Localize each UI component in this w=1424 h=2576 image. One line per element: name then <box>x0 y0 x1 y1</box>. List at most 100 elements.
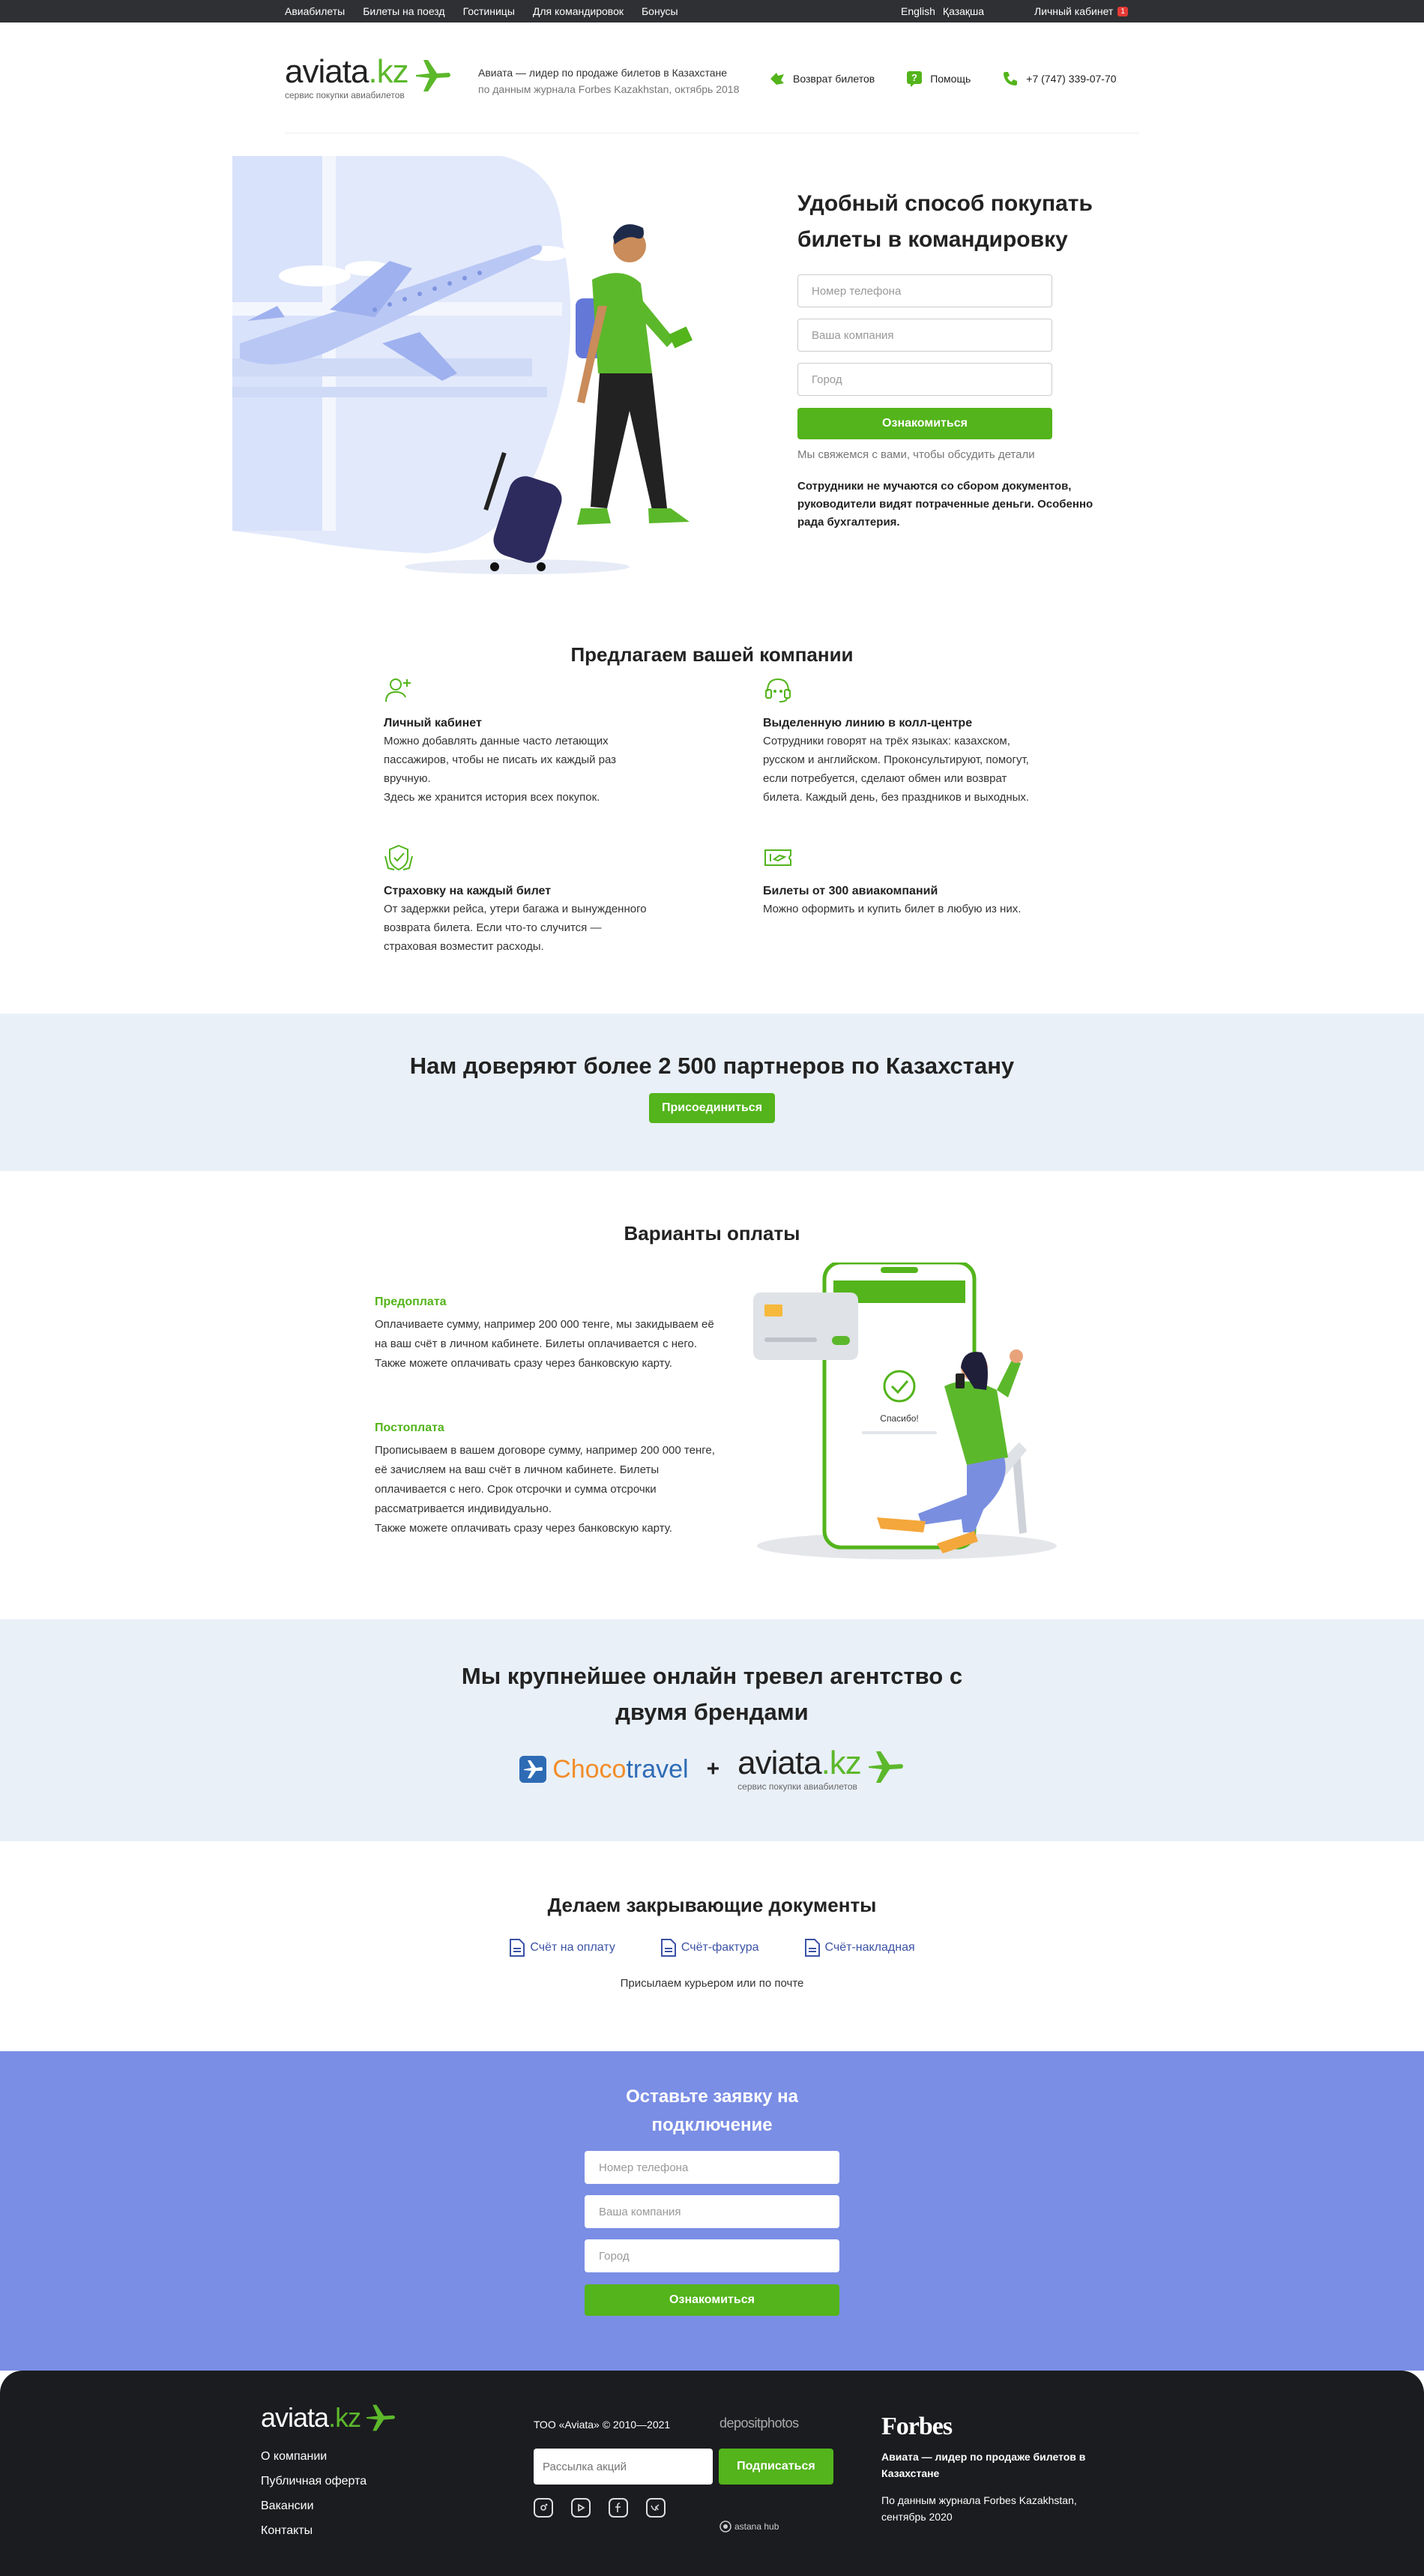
lang-kazakh[interactable]: Қазақша <box>943 0 984 22</box>
offer-text: От задержки рейса, утери багажа и вынужд… <box>384 903 647 953</box>
brands-row: Chocotravel + aviata.kz сервис покупки а… <box>0 1747 1424 1792</box>
payment-title: Варианты оплаты <box>624 1222 800 1245</box>
footer-logo[interactable]: aviata.kz <box>261 2402 396 2434</box>
claim-source: по данным журнала Forbes Kazakhstan, окт… <box>478 83 740 95</box>
youtube-icon[interactable] <box>571 2498 591 2518</box>
forbes-source: По данным журнала Forbes Kazakhstan, сен… <box>881 2494 1077 2523</box>
postpay-text-extra: Также можете оплачивать сразу через банк… <box>375 1522 672 1535</box>
request-city-input[interactable] <box>585 2239 839 2272</box>
depositphotos-logo: depositphotos <box>719 2416 799 2431</box>
footer-menu: О компании Публичная оферта Вакансии Кон… <box>261 2444 396 2543</box>
social-links <box>534 2498 833 2518</box>
top-nav-bonuses[interactable]: Бонусы <box>642 0 678 22</box>
doc-link-invoice[interactable]: Счёт на оплату <box>509 1938 615 1957</box>
prepay-block: Предоплата Оплачиваете сумму, например 2… <box>375 1292 727 1373</box>
chocotravel-plane-icon <box>519 1756 547 1783</box>
doc-link-label: Счёт на оплату <box>530 1941 615 1954</box>
offer-title: Страховку на каждый билет <box>384 885 552 897</box>
help-link[interactable]: ? Помощь <box>906 70 971 87</box>
account-label: Личный кабинет <box>1034 5 1114 17</box>
forbes-lead: Авиата — лидер по продаже билетов в Каза… <box>881 2451 1086 2479</box>
phone-thanks-text: Спасибо! <box>880 1413 918 1424</box>
payment-section: Варианты оплаты Предоплата Оплачиваете с… <box>0 1171 1424 1619</box>
hero-city-input[interactable] <box>797 363 1052 396</box>
offer-item: Страховку на каждый билет От задержки ре… <box>384 843 654 956</box>
phone-icon <box>1004 72 1018 85</box>
offer-item: Выделенную линию в колл-центре Сотрудник… <box>763 675 1033 807</box>
account-link[interactable]: Личный кабинет 1 <box>1034 0 1128 22</box>
doc-link-invoice-factura[interactable]: Счёт-фактура <box>660 1938 759 1957</box>
payment-illustration: Спасибо! <box>753 1263 1057 1559</box>
hero-note: Мы свяжемся с вами, чтобы обсудить детал… <box>797 448 1035 461</box>
hero-title: Удобный способ покупать билеты в команди… <box>797 191 1093 252</box>
footer-col-subscribe: ТОО «Aviata» © 2010—2021 depositphotos П… <box>534 2416 833 2533</box>
plane-logo-icon <box>415 60 450 91</box>
instagram-icon[interactable] <box>534 2498 553 2518</box>
aviata-logo: aviata.kz сервис покупки авиабилетов <box>737 1747 905 1792</box>
prepay-text: Оплачиваете сумму, например 200 000 тенг… <box>375 1318 714 1350</box>
logo[interactable]: aviata.kz сервис покупки авиабилетов <box>285 55 452 100</box>
logo-wordmark: aviata.kz <box>285 53 409 90</box>
brands-section: Мы крупнейшее онлайн тревел агентство с … <box>0 1619 1424 1841</box>
headset-icon <box>765 678 791 702</box>
top-nav-business[interactable]: Для командировок <box>533 0 624 22</box>
header-links: Возврат билетов ? Помощь +7 (747) 339-07… <box>769 70 1117 87</box>
offer-title: Личный кабинет <box>384 717 482 729</box>
logo-subtitle: сервис покупки авиабилетов <box>285 90 405 100</box>
document-links: Счёт на оплату Счёт-фактура Счёт-накладн… <box>0 1938 1424 1957</box>
top-nav-trains[interactable]: Билеты на поезд <box>363 0 444 22</box>
doc-link-label: Счёт-фактура <box>681 1941 759 1954</box>
footer-link-about[interactable]: О компании <box>261 2444 396 2469</box>
lang-english[interactable]: English <box>901 0 935 22</box>
doc-link-label: Счёт-накладная <box>824 1941 915 1954</box>
document-icon <box>804 1939 820 1957</box>
phone-link[interactable]: +7 (747) 339-07-70 <box>1002 70 1117 87</box>
offer-text: Можно оформить и купить билет в любую из… <box>763 903 1022 915</box>
subscribe-input[interactable] <box>534 2449 713 2485</box>
brands-title: Мы крупнейшее онлайн тревел агентство с … <box>461 1663 963 1725</box>
hero-phone-input[interactable] <box>797 274 1052 307</box>
facebook-icon[interactable] <box>609 2498 628 2518</box>
forbes-logo: Forbes <box>881 2413 953 2440</box>
ticket-icon <box>764 849 791 866</box>
offer-text: Сотрудники говорят на трёх языках: казах… <box>763 735 1030 804</box>
postpay-text: Прописываем в вашем договоре сумму, напр… <box>375 1444 715 1515</box>
top-nav-hotels[interactable]: Гостиницы <box>463 0 515 22</box>
request-company-input[interactable] <box>585 2195 839 2228</box>
footer-link-offer[interactable]: Публичная оферта <box>261 2469 396 2494</box>
header: aviata.kz сервис покупки авиабилетов Ави… <box>285 22 1139 133</box>
hero-submit-button[interactable]: Ознакомиться <box>797 408 1052 439</box>
help-label: Помощь <box>930 73 971 85</box>
offer-text: Можно добавлять данные часто летающих па… <box>384 735 617 785</box>
plane-logo-icon <box>366 2404 396 2431</box>
notification-badge: 1 <box>1117 6 1128 16</box>
footer-col-forbes: Forbes Авиата — лидер по продаже билетов… <box>881 2413 1106 2525</box>
subscribe-button[interactable]: Подписаться <box>718 2449 833 2485</box>
doc-link-waybill[interactable]: Счёт-накладная <box>804 1938 915 1957</box>
request-phone-input[interactable] <box>585 2151 839 2184</box>
offer-item: Билеты от 300 авиакомпаний Можно оформит… <box>763 843 1033 918</box>
hero-company-input[interactable] <box>797 319 1052 352</box>
claim-line: Авиата — лидер по продаже билетов в Каза… <box>478 67 728 79</box>
user-plus-icon <box>385 678 411 702</box>
trust-title: Нам доверяют более 2 500 партнеров по Ка… <box>409 1053 1015 1079</box>
top-bar: Авиабилеты Билеты на поезд Гостиницы Для… <box>0 0 1424 22</box>
footer: aviata.kz О компании Публичная оферта Ва… <box>0 2348 1424 2576</box>
chocotravel-logo: Chocotravel <box>519 1755 689 1784</box>
request-submit-button[interactable]: Ознакомиться <box>585 2284 839 2316</box>
request-section: Оставьте заявку на подключение Ознакомит… <box>0 2051 1424 2371</box>
documents-title: Делаем закрывающие документы <box>547 1894 877 1916</box>
phone-label: +7 (747) 339-07-70 <box>1026 73 1117 85</box>
postpay-title: Постоплата <box>375 1421 444 1434</box>
join-button[interactable]: Присоединиться <box>649 1093 775 1123</box>
vk-icon[interactable] <box>646 2498 666 2518</box>
astana-hub-logo: astana hub <box>719 2521 779 2533</box>
refund-link[interactable]: Возврат билетов <box>769 71 875 86</box>
footer-link-jobs[interactable]: Вакансии <box>261 2494 396 2518</box>
footer-link-contacts[interactable]: Контакты <box>261 2518 396 2543</box>
top-nav-flights[interactable]: Авиабилеты <box>285 0 345 22</box>
subscribe-form: Подписаться <box>534 2449 833 2485</box>
top-nav: Авиабилеты Билеты на поезд Гостиницы Для… <box>285 0 678 22</box>
offer-title: Билеты от 300 авиакомпаний <box>763 885 938 897</box>
document-icon <box>510 1939 525 1957</box>
